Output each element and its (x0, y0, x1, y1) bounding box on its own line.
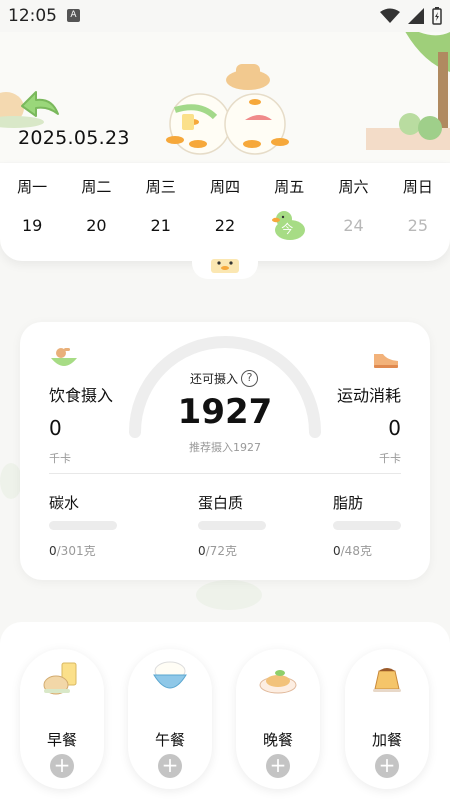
lunch-icon (153, 661, 187, 689)
food-bowl-icon (51, 348, 77, 366)
back-arrow-icon (21, 91, 59, 117)
back-button[interactable] (18, 84, 64, 124)
meal-snack[interactable]: 加餐 + (345, 649, 429, 789)
meal-breakfast[interactable]: 早餐 + (20, 649, 104, 789)
week-selector: 周一 周二 周三 周四 周五 周六 周日 19 20 21 22 今 24 25 (0, 163, 450, 261)
battery-icon (432, 7, 442, 25)
macro-carbs: 碳水 0/301克 (49, 492, 117, 559)
breakfast-icon (43, 662, 77, 695)
weekday-label: 周六 (338, 178, 369, 196)
sneaker-icon (374, 354, 398, 368)
add-dinner-button[interactable]: + (266, 754, 290, 778)
background-decoration (0, 463, 22, 499)
help-icon[interactable]: ? (241, 370, 259, 387)
background-decoration (196, 580, 262, 610)
weekday-label: 周五 (274, 178, 305, 196)
meals-card: 早餐 + 午餐 + 晚餐 + 加餐 + (0, 622, 450, 801)
macro-fat: 脂肪 0/48克 (333, 492, 401, 559)
wifi-icon (380, 8, 400, 23)
duck-face-icon (211, 259, 239, 273)
macro-progress-bar (49, 521, 117, 530)
macro-value: 0/48克 (333, 542, 401, 559)
meal-lunch[interactable]: 午餐 + (128, 649, 212, 789)
day-21[interactable]: 21 (129, 216, 193, 244)
weekday-label: 周二 (81, 178, 112, 196)
today-label: 今 (281, 222, 294, 236)
today-duck-badge: 今 (272, 210, 306, 240)
day-today[interactable]: 今 (257, 211, 321, 244)
dinner-icon (259, 670, 297, 694)
status-icons (380, 7, 442, 25)
macro-target: /72克 (205, 544, 237, 558)
nutrition-summary-card: 饮食摄入 0 千卡 还可摄入 ? 1927 推荐摄入1927 运动消耗 0 千卡… (20, 322, 430, 580)
exercise-unit: 千卡 (379, 452, 401, 465)
macro-target: /301克 (56, 544, 96, 558)
add-breakfast-button[interactable]: + (50, 754, 74, 778)
remaining-label-group: 还可摄入 ? (190, 370, 259, 387)
macro-name: 蛋白质 (198, 494, 244, 512)
status-bar: 12:05 A (0, 0, 450, 32)
macro-value: 0/301克 (49, 542, 117, 559)
meal-label: 晚餐 (262, 731, 293, 749)
add-snack-button[interactable]: + (375, 754, 399, 778)
meal-dinner[interactable]: 晚餐 + (236, 649, 320, 789)
exercise-title: 运动消耗 (336, 386, 401, 405)
weekday-label: 周三 (145, 178, 176, 196)
meal-label: 加餐 (371, 731, 402, 749)
macro-current: 0 (333, 544, 341, 558)
remaining-label: 还可摄入 (190, 372, 239, 386)
day-19[interactable]: 19 (0, 216, 64, 244)
divider (49, 473, 401, 474)
signal-icon (408, 8, 424, 24)
macro-protein: 蛋白质 0/72克 (198, 492, 266, 559)
weekday-label: 周日 (402, 178, 433, 196)
exercise-block[interactable]: 运动消耗 0 千卡 (311, 344, 401, 466)
macro-value: 0/72克 (198, 542, 266, 559)
weekday-labels: 周一 周二 周三 周四 周五 周六 周日 (0, 176, 450, 197)
week-days: 19 20 21 22 今 24 25 (0, 211, 450, 244)
macro-current: 0 (49, 544, 57, 558)
macro-name: 碳水 (49, 494, 80, 512)
status-time: 12:05 (8, 6, 57, 26)
macro-progress-bar (198, 521, 266, 530)
day-25: 25 (407, 216, 428, 235)
weekday-label: 周一 (17, 178, 48, 196)
snack-icon (373, 668, 401, 692)
macro-target: /48克 (340, 544, 372, 558)
week-collapse-handle[interactable] (192, 253, 258, 279)
current-date[interactable]: 2025.05.23 (18, 127, 130, 149)
macro-progress-bar (333, 521, 401, 530)
meal-label: 早餐 (46, 731, 77, 749)
add-lunch-button[interactable]: + (158, 754, 182, 778)
day-24: 24 (343, 216, 364, 235)
macro-current: 0 (198, 544, 206, 558)
day-20[interactable]: 20 (64, 216, 128, 244)
meal-label: 午餐 (154, 731, 185, 749)
weekday-label: 周四 (209, 178, 240, 196)
exercise-value: 0 (388, 416, 401, 440)
macro-name: 脂肪 (333, 494, 364, 512)
day-22[interactable]: 22 (193, 216, 257, 244)
notification-badge: A (67, 9, 80, 22)
